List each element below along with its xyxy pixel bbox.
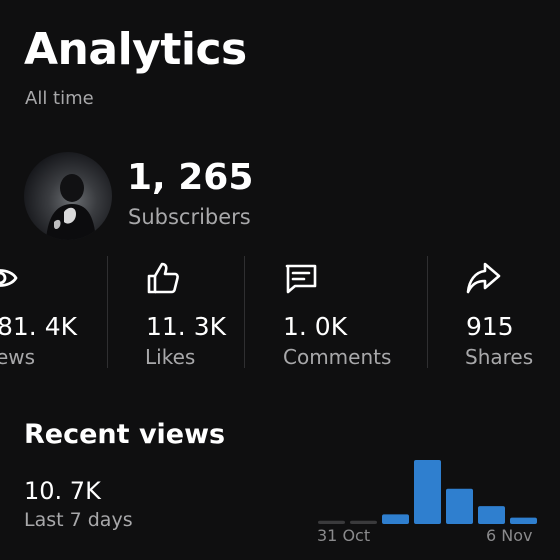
likes-label: Likes <box>145 345 196 369</box>
shares-label: Shares <box>465 345 534 369</box>
date-range-label[interactable]: All time <box>25 86 94 112</box>
comments-label: Comments <box>283 345 392 369</box>
x-tick-label-start: 31 Oct <box>317 526 371 545</box>
comment-icon <box>285 264 317 294</box>
stat-shares[interactable]: 915 Shares <box>465 256 560 372</box>
chart-bar-2-nov[interactable] <box>382 514 409 524</box>
stat-divider <box>427 256 428 368</box>
likes-value: 11. 3K <box>146 312 227 341</box>
page-title: Analytics <box>24 24 247 75</box>
views-value: 81. 4K <box>0 312 78 341</box>
share-icon <box>466 262 501 294</box>
stat-likes[interactable]: 11. 3K Likes <box>145 256 243 372</box>
thumbs-up-icon <box>147 262 179 294</box>
subscriber-count: 1, 265 <box>127 157 254 198</box>
comments-value: 1. 0K <box>283 312 348 341</box>
subscriber-label: Subscribers <box>128 205 251 229</box>
eye-icon <box>0 269 18 287</box>
shares-value: 915 <box>466 312 514 341</box>
stat-views[interactable]: 81. 4K ews <box>0 256 100 372</box>
recent-views-title: Recent views <box>24 419 226 450</box>
recent-views-value: 10. 7K <box>24 477 101 505</box>
stat-divider <box>107 256 108 368</box>
views-label: ews <box>0 345 36 369</box>
chart-bar-4-nov[interactable] <box>446 488 473 524</box>
chart-bar-3-nov[interactable] <box>414 460 441 524</box>
recent-views-period: Last 7 days <box>24 509 133 531</box>
channel-avatar[interactable] <box>24 152 112 240</box>
stat-comments[interactable]: 1. 0K Comments <box>283 256 423 372</box>
x-tick-label-end: 6 Nov <box>486 526 533 545</box>
stat-divider <box>244 256 245 368</box>
chart-bar-5-nov[interactable] <box>478 506 505 524</box>
